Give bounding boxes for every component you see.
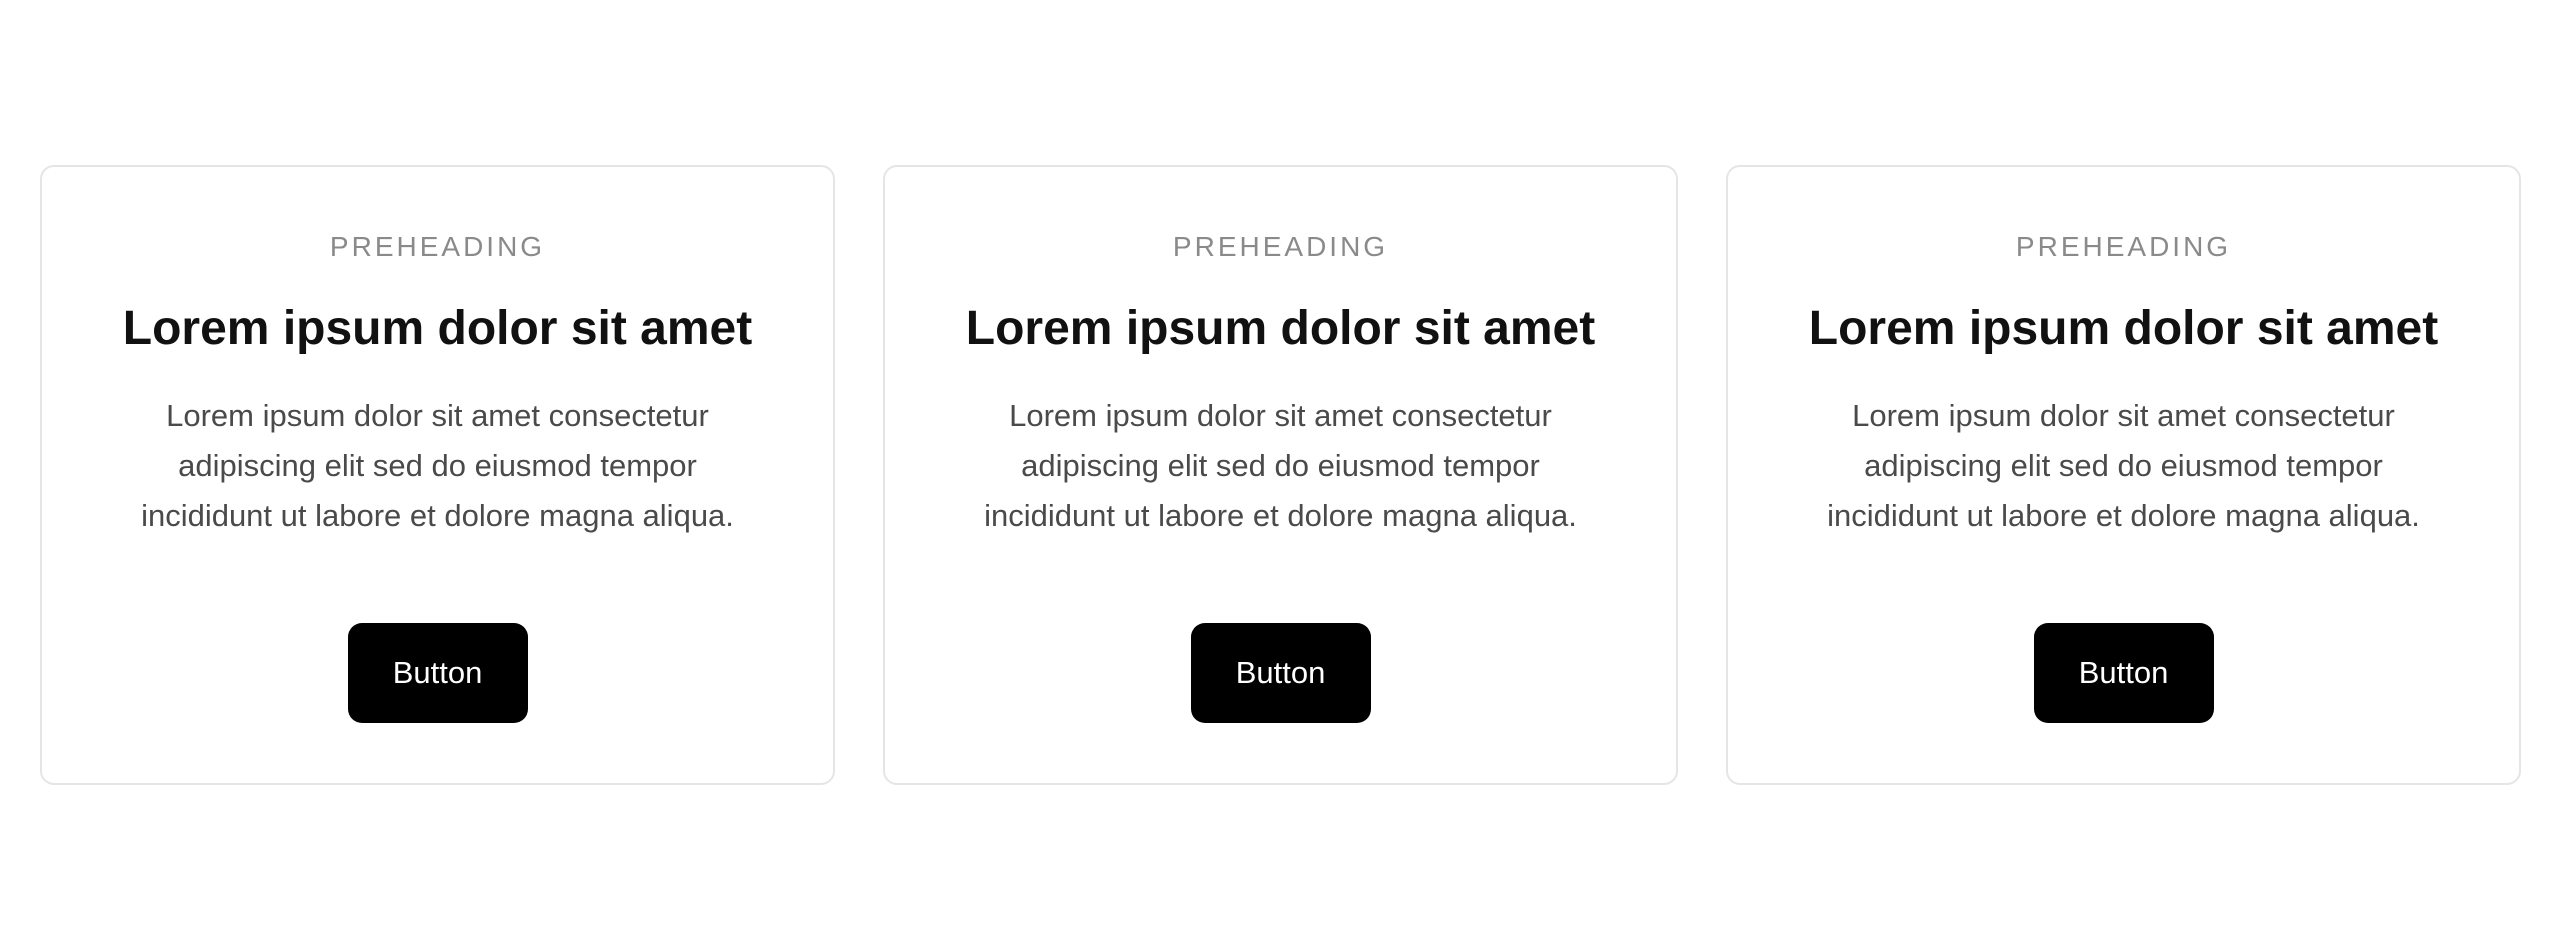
- card: PREHEADING Lorem ipsum dolor sit amet Lo…: [1726, 165, 2521, 785]
- card-button[interactable]: Button: [2033, 623, 2214, 723]
- card-body-text: Lorem ipsum dolor sit amet consectetur a…: [984, 398, 1577, 533]
- cards-row: PREHEADING Lorem ipsum dolor sit amet Lo…: [40, 165, 2521, 785]
- card-preheading: PREHEADING: [1172, 231, 1389, 262]
- card-button[interactable]: Button: [347, 623, 528, 723]
- card-title: Lorem ipsum dolor sit amet: [1808, 302, 2439, 355]
- card-title: Lorem ipsum dolor sit amet: [122, 302, 753, 355]
- card-button[interactable]: Button: [1190, 623, 1371, 723]
- card-body-text: Lorem ipsum dolor sit amet consectetur a…: [141, 398, 734, 533]
- card-body-text: Lorem ipsum dolor sit amet consectetur a…: [1827, 398, 2420, 533]
- card-title: Lorem ipsum dolor sit amet: [965, 302, 1596, 355]
- card-preheading: PREHEADING: [2015, 231, 2232, 262]
- card: PREHEADING Lorem ipsum dolor sit amet Lo…: [40, 165, 835, 785]
- card: PREHEADING Lorem ipsum dolor sit amet Lo…: [883, 165, 1678, 785]
- card-preheading: PREHEADING: [329, 231, 546, 262]
